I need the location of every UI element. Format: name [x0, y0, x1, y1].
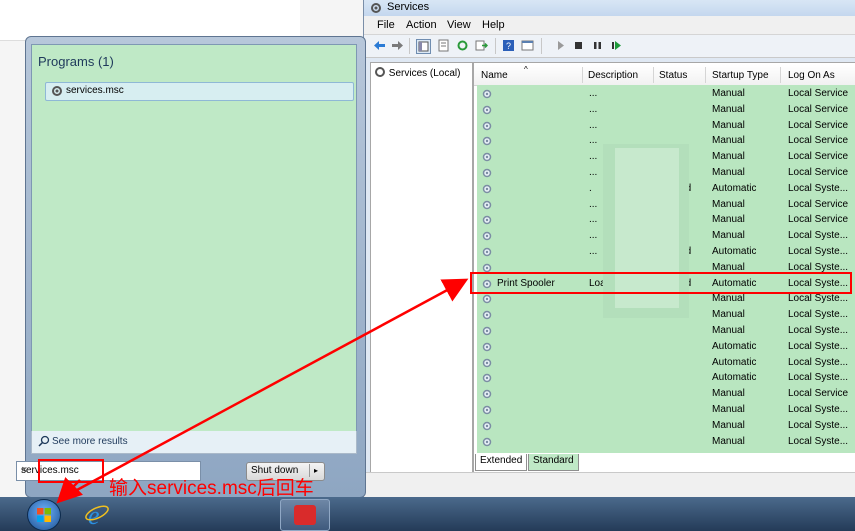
arrow-to-print-spooler	[63, 278, 469, 499]
annotation-arrows	[56, 278, 469, 504]
